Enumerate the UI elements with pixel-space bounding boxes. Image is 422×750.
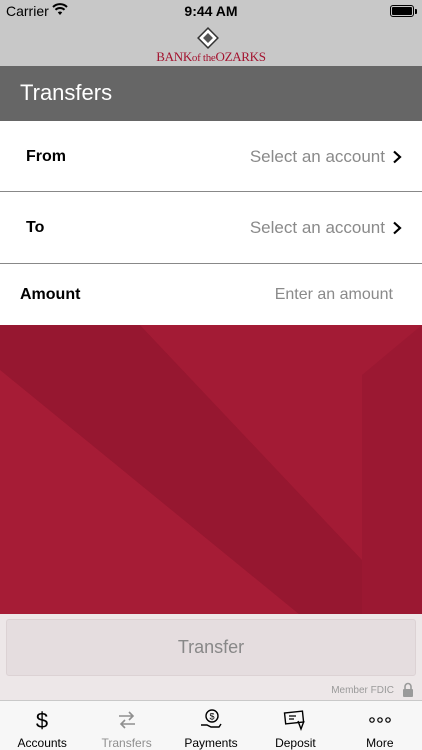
tab-label: More bbox=[366, 736, 394, 750]
from-account-value: Select an account bbox=[249, 147, 385, 166]
amount-label: Amount bbox=[20, 286, 81, 303]
transfer-footer: Transfer Member FDIC bbox=[0, 614, 422, 700]
check-deposit-icon bbox=[284, 710, 306, 731]
amount-input[interactable] bbox=[193, 286, 393, 304]
tab-label: Payments bbox=[184, 736, 238, 750]
lock-icon bbox=[403, 682, 413, 697]
status-bar: Carrier 9:44 AM bbox=[0, 0, 422, 22]
tab-label: Deposit bbox=[275, 736, 316, 750]
svg-text:$: $ bbox=[210, 712, 215, 722]
svg-text:$: $ bbox=[36, 709, 48, 731]
tab-payments[interactable]: $ Payments bbox=[169, 701, 253, 750]
from-label: From bbox=[26, 148, 66, 165]
bank-logo-text: BANKof theOZARKS bbox=[156, 49, 266, 64]
bank-logo-icon bbox=[197, 27, 219, 49]
tab-bar: $ Accounts Transfers $ Payments Deposit bbox=[0, 700, 422, 750]
tab-label: Transfers bbox=[101, 736, 152, 750]
tab-label: Accounts bbox=[17, 736, 67, 750]
from-account-row[interactable]: From Select an account bbox=[0, 121, 422, 192]
banner-pattern bbox=[0, 325, 422, 615]
decorative-banner bbox=[0, 325, 422, 615]
title-bar: Transfers bbox=[0, 66, 422, 121]
battery-icon bbox=[390, 5, 417, 17]
amount-row: Amount bbox=[0, 264, 422, 325]
member-fdic-text: Member FDIC bbox=[331, 685, 394, 696]
chevron-right-icon bbox=[393, 150, 402, 164]
tab-accounts[interactable]: $ Accounts bbox=[0, 701, 84, 750]
payment-hand-icon: $ bbox=[201, 709, 222, 728]
transfer-button[interactable]: Transfer bbox=[6, 619, 416, 676]
chevron-right-icon bbox=[393, 221, 402, 235]
more-dots-icon bbox=[369, 717, 391, 723]
tab-more[interactable]: More bbox=[338, 701, 422, 750]
transfer-arrows-icon bbox=[118, 711, 135, 729]
tab-transfers[interactable]: Transfers bbox=[84, 701, 168, 750]
to-account-value: Select an account bbox=[249, 218, 385, 237]
to-label: To bbox=[26, 219, 45, 236]
header-logo-bar: BANKof theOZARKS bbox=[0, 22, 422, 66]
page-title: Transfers bbox=[20, 80, 113, 105]
clock: 9:44 AM bbox=[184, 3, 238, 19]
tab-deposit[interactable]: Deposit bbox=[253, 701, 337, 750]
to-account-row[interactable]: To Select an account bbox=[0, 192, 422, 264]
dollar-icon: $ bbox=[36, 709, 48, 731]
